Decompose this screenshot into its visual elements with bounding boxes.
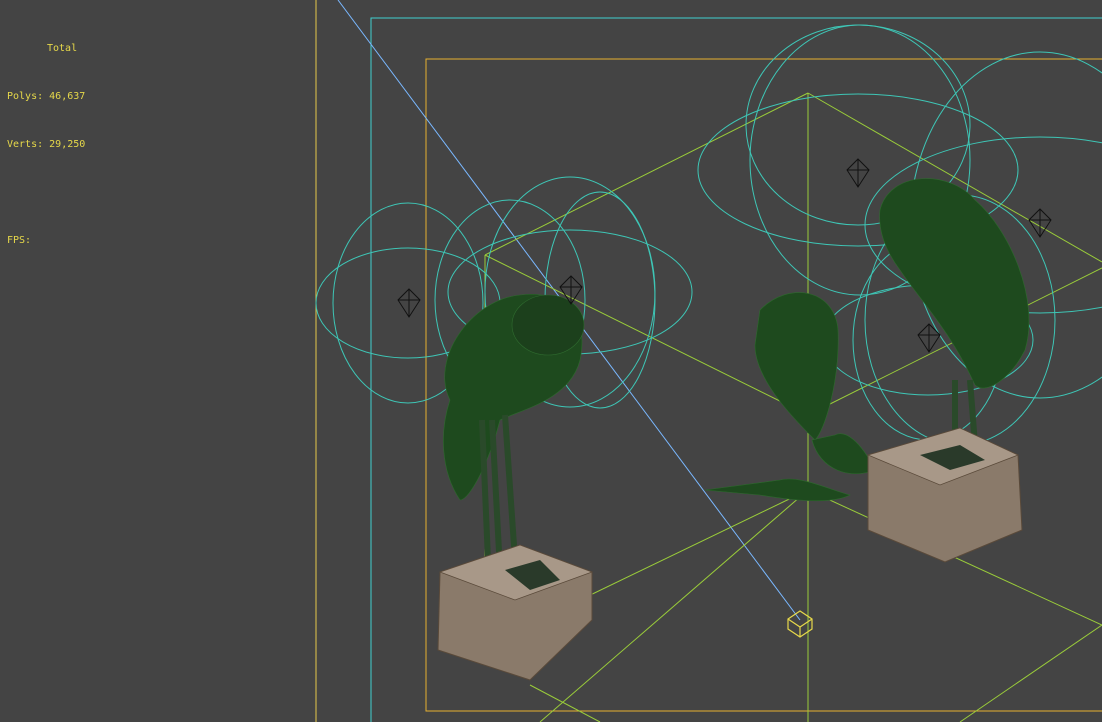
polys-value: 46,637 bbox=[49, 91, 86, 102]
verts-row: Verts: 29,250 bbox=[7, 137, 85, 153]
viewport-scene[interactable] bbox=[0, 0, 1102, 722]
stats-spacer bbox=[7, 185, 85, 201]
crane-statue-right[interactable] bbox=[866, 178, 1030, 563]
octahedron-light-icon[interactable] bbox=[846, 158, 870, 188]
stats-header: Total bbox=[47, 43, 78, 54]
polys-label: Polys: bbox=[7, 91, 44, 102]
crane-statue-middle[interactable] bbox=[704, 292, 876, 502]
fps-label: FPS: bbox=[7, 235, 32, 246]
fps-row: FPS: bbox=[7, 233, 85, 249]
verts-label: Verts: bbox=[7, 139, 44, 150]
crane-statue-left[interactable] bbox=[437, 293, 594, 681]
octahedron-light-icon[interactable] bbox=[1028, 208, 1052, 238]
octahedron-light-icon[interactable] bbox=[917, 323, 941, 353]
polys-row: Polys: 46,637 bbox=[7, 89, 85, 105]
verts-value: 29,250 bbox=[49, 139, 86, 150]
viewport-statistics: Total Polys: 46,637 Verts: 29,250 FPS: bbox=[7, 9, 85, 281]
perspective-viewport[interactable]: Total Polys: 46,637 Verts: 29,250 FPS: bbox=[0, 0, 1102, 722]
octahedron-light-icon[interactable] bbox=[397, 288, 421, 318]
